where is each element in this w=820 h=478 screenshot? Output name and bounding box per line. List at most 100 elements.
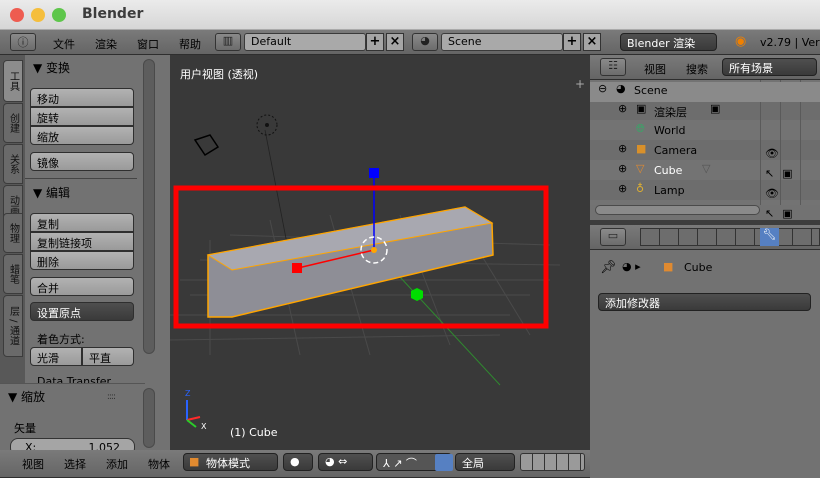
menu-add[interactable]: 添加 xyxy=(106,456,128,472)
x-handle[interactable] xyxy=(292,263,302,273)
display-mode-select[interactable]: 所有场景 xyxy=(722,58,817,76)
tool-shelf: ▼ 变换 :::: 移动 旋转 缩放 镜像 ▼ 编辑 :::: 复制 复制链接项… xyxy=(0,55,170,456)
context-tabs[interactable] xyxy=(640,228,820,246)
tab-relations[interactable]: 关系 xyxy=(3,144,23,184)
properties-editor-icon[interactable]: ▭ xyxy=(600,228,626,246)
svg-text:X: X xyxy=(201,422,207,431)
join-button[interactable]: 合并 xyxy=(30,277,134,296)
version-label: v2.79 | Ver xyxy=(760,36,820,49)
scale-panel-scrollbar[interactable] xyxy=(143,388,155,448)
outliner-editor-icon[interactable]: ☷ xyxy=(600,58,626,76)
panel-title: 缩放 xyxy=(21,390,46,404)
axis-gizmo: Z X xyxy=(185,389,207,431)
tab-create[interactable]: 创建 xyxy=(3,103,23,143)
scene-field[interactable]: Scene xyxy=(441,33,563,51)
add-layout-icon[interactable]: + xyxy=(366,33,384,51)
layer-buttons[interactable] xyxy=(520,453,585,471)
cube-icon: ■ xyxy=(663,260,674,273)
panel-title: 变换 xyxy=(46,61,71,75)
render-engine-select[interactable]: Blender 渲染 xyxy=(620,33,717,51)
move-button[interactable]: 移动 xyxy=(30,88,134,107)
layout-field[interactable]: Default xyxy=(244,33,366,51)
tree-row-render-layers[interactable]: ⊕ ▣ 渲染层 ▣ xyxy=(590,102,760,122)
scene-icon[interactable]: ◕ xyxy=(412,33,438,51)
close-window-button[interactable] xyxy=(10,8,24,22)
menu-render[interactable]: 渲染 xyxy=(95,36,117,52)
vector-label: 矢量 xyxy=(14,422,36,435)
viewport-scene: Z X xyxy=(169,114,561,431)
outliner-menu-search[interactable]: 搜索 xyxy=(686,61,708,77)
tree-row-cube[interactable]: ⊕ ▽ Cube ▽ xyxy=(590,162,760,182)
scene-context-icon: ◕ ▸ xyxy=(622,260,641,273)
set-origin-select[interactable]: 设置原点 xyxy=(30,302,134,321)
blender-logo-icon: ◉ xyxy=(735,34,747,49)
object-name-label: Cube xyxy=(684,261,713,274)
pin-icon[interactable]: 📌︎ xyxy=(600,260,617,275)
screen-layout-icon[interactable]: ▥ xyxy=(215,33,241,51)
duplicate-linked-button[interactable]: 复制链接项 xyxy=(30,232,134,251)
menu-help[interactable]: 帮助 xyxy=(179,36,201,52)
z-handle[interactable] xyxy=(369,168,379,178)
edit-panel-header[interactable]: ▼ 编辑 xyxy=(33,184,70,201)
minimize-window-button[interactable] xyxy=(31,8,45,22)
outliner-scrollbar[interactable] xyxy=(595,205,760,215)
cube-mode-icon: ■ xyxy=(189,455,200,468)
tab-tools[interactable]: 工具 xyxy=(3,60,23,102)
add-modifier-select[interactable]: 添加修改器 xyxy=(598,293,811,311)
shading-label: 着色方式: xyxy=(37,333,85,346)
tree-row-world[interactable]: 🌐︎ World xyxy=(590,122,760,142)
scale-button[interactable]: 缩放 xyxy=(30,126,134,145)
tree-row-camera[interactable]: ⊕ ■ Camera xyxy=(590,142,760,162)
pivot-select[interactable]: ◕ ⇔ xyxy=(318,453,373,471)
origin-point xyxy=(371,247,377,253)
tree-row-scene[interactable]: ⊖ ◕ Scene xyxy=(590,82,820,102)
remove-scene-icon[interactable]: × xyxy=(583,33,601,51)
panel-title: 编辑 xyxy=(46,186,71,200)
info-header: ⓘ 文件 渲染 窗口 帮助 ▥ Default + × ◕ Scene + × … xyxy=(0,30,820,55)
camera-icon[interactable] xyxy=(193,134,220,157)
scale-panel-header[interactable]: ▼ 缩放 xyxy=(8,388,45,405)
3d-viewport[interactable]: Z X 用户视图 (透视) (1) Cube + xyxy=(169,55,590,450)
transform-panel-header[interactable]: ▼ 变换 xyxy=(33,59,70,76)
divider xyxy=(25,178,137,179)
window-title: Blender xyxy=(82,6,144,22)
viewport-header: 视图 选择 添加 物体 物体模式 ■ ● ◕ ⇔ ⅄ ↗ ⌒ 全局 xyxy=(0,450,590,478)
menu-window[interactable]: 窗口 xyxy=(137,36,159,52)
tab-grease-pencil[interactable]: 蜡笔 xyxy=(3,254,23,294)
duplicate-button[interactable]: 复制 xyxy=(30,213,134,232)
y-handle[interactable] xyxy=(411,288,423,301)
toolshelf-scrollbar[interactable] xyxy=(143,59,155,354)
flat-button[interactable]: 平直 xyxy=(82,347,134,366)
editor-type-info-icon[interactable]: ⓘ xyxy=(10,33,36,51)
scale-operator-panel: ▼ 缩放 :::: 矢量 X: 1.052 xyxy=(0,383,155,456)
properties-header: ▭ 🔧︎ xyxy=(590,225,820,250)
title-bar: Blender xyxy=(0,0,820,30)
outliner: ☷ 视图 搜索 所有场景 ⊖ ◕ Scene ⊕ ▣ 渲染层 ▣ 🌐︎ World ⊕ ■ Ca… xyxy=(590,55,820,260)
properties-editor: ▭ 🔧︎ 📌︎ ◕ ▸ ■ Cube 添加修改器 xyxy=(590,225,820,478)
shading-select[interactable]: ● xyxy=(283,453,313,471)
maximize-window-button[interactable] xyxy=(52,8,66,22)
tab-physics[interactable]: 物理 xyxy=(3,213,23,253)
tree-row-lamp[interactable]: ⊕ ♁ Lamp xyxy=(590,182,760,202)
svg-text:Z: Z xyxy=(185,389,191,398)
menu-object[interactable]: 物体 xyxy=(148,456,170,472)
smooth-button[interactable]: 光滑 xyxy=(30,347,82,366)
outliner-menu-view[interactable]: 视图 xyxy=(644,61,666,77)
menu-file[interactable]: 文件 xyxy=(53,36,75,52)
delete-button[interactable]: 删除 xyxy=(30,251,134,270)
modifiers-tab-wrench-icon[interactable]: 🔧︎ xyxy=(760,228,779,246)
rotate-button[interactable]: 旋转 xyxy=(30,107,134,126)
orientation-select[interactable]: 全局 xyxy=(455,453,515,471)
scale-manipulator-icon[interactable] xyxy=(435,454,453,471)
menu-select[interactable]: 选择 xyxy=(64,456,86,472)
drag-handle-icon[interactable]: :::: xyxy=(107,392,116,402)
outliner-header: ☷ 视图 搜索 所有场景 xyxy=(590,55,820,80)
add-region-icon[interactable]: + xyxy=(575,77,585,91)
remove-layout-icon[interactable]: × xyxy=(386,33,404,51)
view-label: 用户视图 (透视) xyxy=(180,68,259,81)
mirror-button[interactable]: 镜像 xyxy=(30,152,134,171)
menu-view[interactable]: 视图 xyxy=(22,456,44,472)
add-scene-icon[interactable]: + xyxy=(563,33,581,51)
tab-layers-channels[interactable]: 层 / 通道 xyxy=(3,295,23,357)
data-transfer-label[interactable]: Data Transfer xyxy=(37,375,111,383)
